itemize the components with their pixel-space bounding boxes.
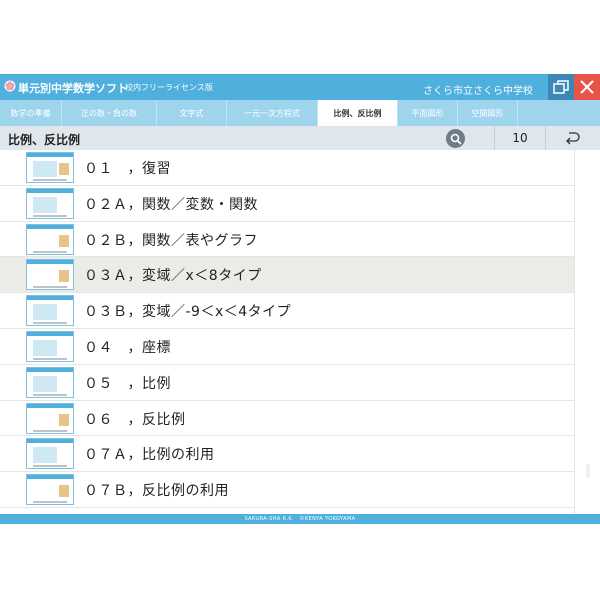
unit-header: 比例、反比例 10 <box>0 126 600 150</box>
tab-proportion[interactable]: 比例、反比例 <box>318 100 398 126</box>
app-title: 単元別中学数学ソフト <box>18 82 128 95</box>
lesson-row[interactable]: ０４ ，座標 <box>0 328 574 365</box>
scrollbar-thumb[interactable] <box>586 464 590 478</box>
lesson-thumbnail <box>26 223 74 255</box>
return-icon <box>566 132 580 145</box>
lesson-thumbnail <box>26 474 74 506</box>
lesson-label: ０６ ，反比例 <box>84 411 186 428</box>
lesson-label: ０７Ａ，比例の利用 <box>84 447 215 464</box>
lesson-row[interactable]: ０６ ，反比例 <box>0 400 574 437</box>
lesson-row[interactable]: ０１ ，復習 <box>0 150 574 186</box>
lesson-thumbnail <box>26 330 74 362</box>
lesson-thumbnail <box>26 259 74 291</box>
tab-expressions[interactable]: 文字式 <box>157 100 227 126</box>
lesson-thumbnail <box>26 187 74 219</box>
return-button[interactable] <box>556 130 588 146</box>
lesson-label: ０５ ，比例 <box>84 375 171 392</box>
lesson-label: ０４ ，座標 <box>84 339 171 356</box>
unit-title: 比例、反比例 <box>8 133 81 147</box>
lesson-thumbnail <box>26 402 74 434</box>
school-name: さくら市立さくら中学校 <box>423 86 533 97</box>
lesson-label: ０７Ｂ，反比例の利用 <box>84 483 229 500</box>
lesson-thumbnail <box>26 152 74 183</box>
lesson-row[interactable]: ０３Ｂ，変域／-9＜x＜4タイプ <box>0 293 574 329</box>
lesson-thumbnail <box>26 295 74 327</box>
restore-window-button[interactable] <box>548 74 574 100</box>
lesson-thumbnail <box>26 438 74 470</box>
lesson-label: ０１ ，復習 <box>84 161 171 177</box>
license-label: 校内フリーライセンス版 <box>125 83 213 92</box>
tab-solid-figures[interactable]: 空間図形 <box>458 100 518 126</box>
close-window-button[interactable] <box>574 74 600 100</box>
lesson-row[interactable]: ０７Ａ，比例の利用 <box>0 436 574 473</box>
restore-window-icon <box>553 80 569 94</box>
lesson-row-selected[interactable]: ０３Ａ，変域／x＜8タイプ <box>0 257 574 294</box>
lesson-row[interactable]: ０２Ａ，関数／変数・関数 <box>0 185 574 222</box>
lesson-row[interactable]: ０５ ，比例 <box>0 364 574 401</box>
tab-linear-equations[interactable]: 一元一次方程式 <box>227 100 318 126</box>
tab-positive-negative[interactable]: 正の数・負の数 <box>62 100 157 126</box>
lesson-row[interactable]: ０７Ｂ，反比例の利用 <box>0 472 574 508</box>
search-button[interactable] <box>446 129 465 148</box>
list-scrollbar[interactable] <box>574 150 600 514</box>
unit-tabs: 数学の準備 正の数・負の数 文字式 一元一次方程式 比例、反比例 平面図形 空間… <box>0 100 600 126</box>
lesson-label: ０３Ａ，変域／x＜8タイプ <box>84 268 262 285</box>
copyright-text: SAKURA-SHA K.K. ©KENYA YOKOYAMA <box>244 516 356 522</box>
tab-plane-figures[interactable]: 平面図形 <box>398 100 458 126</box>
search-icon <box>450 133 462 145</box>
lesson-row[interactable]: ０２Ｂ，関数／表やグラフ <box>0 221 574 258</box>
footer: SAKURA-SHA K.K. ©KENYA YOKOYAMA <box>0 514 600 524</box>
lesson-label: ０２Ａ，関数／変数・関数 <box>84 196 258 213</box>
sakura-logo-icon <box>4 80 16 92</box>
lesson-label: ０２Ｂ，関数／表やグラフ <box>84 232 258 249</box>
tab-preparation[interactable]: 数学の準備 <box>0 100 62 126</box>
close-icon <box>580 80 594 94</box>
title-bar: 単元別中学数学ソフト 校内フリーライセンス版 さくら市立さくら中学校 <box>0 74 600 100</box>
lesson-label: ０３Ｂ，変域／-9＜x＜4タイプ <box>84 304 292 321</box>
lesson-list: ０１ ，復習 ０２Ａ，関数／変数・関数 ０２Ｂ，関数／表やグラフ ０３Ａ，変域／… <box>0 150 574 514</box>
lesson-thumbnail <box>26 366 74 398</box>
app-window: 単元別中学数学ソフト 校内フリーライセンス版 さくら市立さくら中学校 数学の準備… <box>0 74 600 524</box>
lesson-count: 10 <box>494 126 546 150</box>
